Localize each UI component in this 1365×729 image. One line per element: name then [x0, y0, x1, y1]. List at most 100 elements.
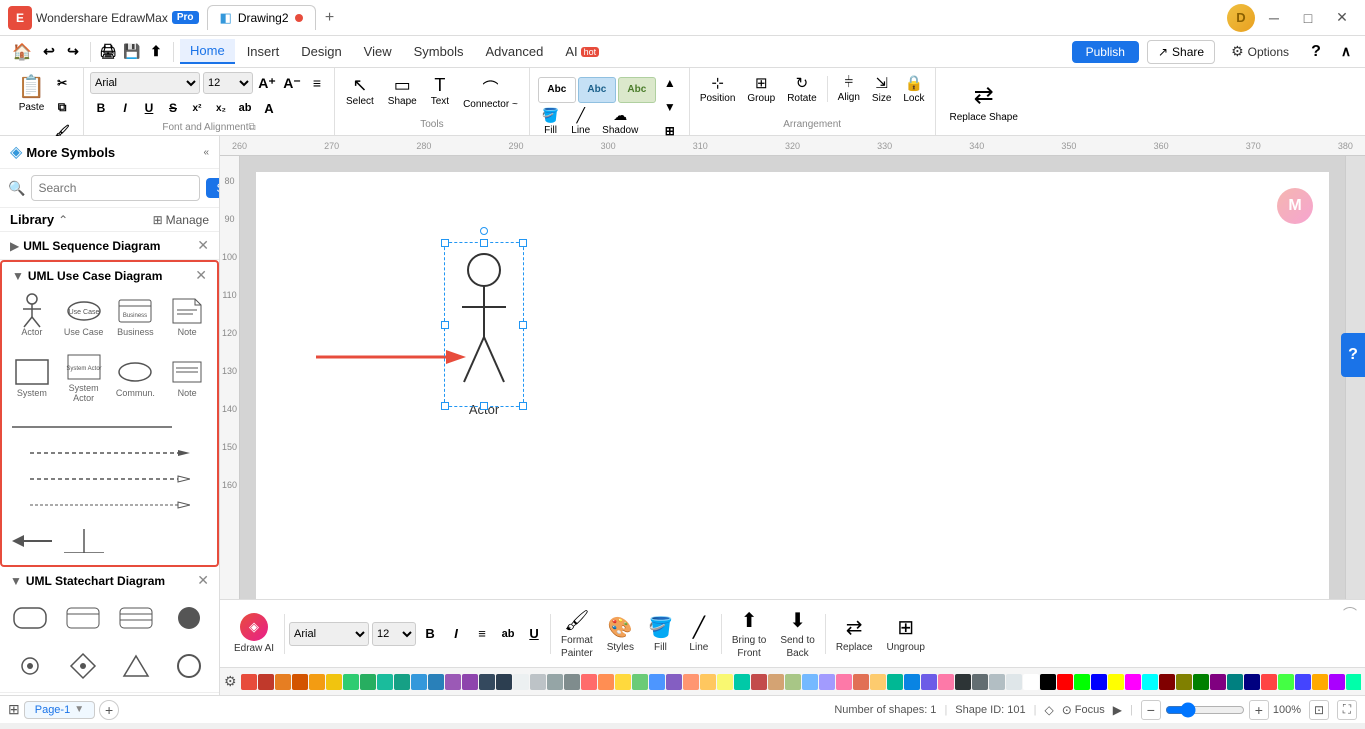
- color-swatch-item[interactable]: [258, 674, 274, 690]
- rotate-btn[interactable]: ↻ Rotate: [783, 72, 820, 106]
- tab-add-button[interactable]: +: [318, 6, 342, 30]
- rotate-handle[interactable]: [480, 227, 488, 235]
- handle-bl[interactable]: [441, 402, 449, 410]
- decrease-font-btn[interactable]: A⁻: [281, 72, 303, 94]
- user-avatar[interactable]: D: [1227, 4, 1255, 32]
- paste-button[interactable]: 📋 Paste: [14, 72, 49, 115]
- uml-sequence-header[interactable]: ▶ UML Sequence Diagram ✕: [0, 232, 219, 259]
- color-swatch-item[interactable]: [309, 674, 325, 690]
- float-size-select[interactable]: 12: [372, 622, 416, 646]
- uml-statechart-header[interactable]: ▼ UML Statechart Diagram ✕: [0, 567, 219, 594]
- sc-circle2[interactable]: [164, 646, 213, 686]
- styles-scroll-up[interactable]: ▲: [659, 72, 681, 94]
- float-underline-btn[interactable]: U: [522, 622, 546, 646]
- float-line-btn[interactable]: ╱ Line: [681, 612, 717, 656]
- search-button[interactable]: Search: [206, 178, 220, 198]
- color-swatch-item[interactable]: [649, 674, 665, 690]
- shadow-btn[interactable]: ☁ Shadow: [598, 105, 642, 138]
- uml-statechart-close[interactable]: ✕: [197, 572, 209, 589]
- state-shape2[interactable]: [59, 598, 108, 638]
- usecase-oval-shape[interactable]: Use Case Use Case: [60, 293, 108, 341]
- home-icon-btn[interactable]: 🏠: [8, 40, 36, 64]
- color-swatch-item[interactable]: [343, 674, 359, 690]
- print-button[interactable]: 🖨: [97, 41, 119, 63]
- style-swatch-1[interactable]: Abc: [538, 77, 576, 103]
- color-swatch-item[interactable]: [428, 674, 444, 690]
- sc-circle1[interactable]: [6, 646, 55, 686]
- sc-diamond[interactable]: [59, 646, 108, 686]
- color-swatch-item[interactable]: [1125, 674, 1141, 690]
- color-swatch-item[interactable]: [887, 674, 903, 690]
- actor-shape[interactable]: Actor: [8, 293, 56, 341]
- zoom-in-btn[interactable]: +: [1249, 700, 1269, 720]
- uml-sequence-close[interactable]: ✕: [197, 237, 209, 254]
- color-swatch-item[interactable]: [904, 674, 920, 690]
- color-swatch-item[interactable]: [751, 674, 767, 690]
- color-swatch-item[interactable]: [445, 674, 461, 690]
- color-swatch-item[interactable]: [1210, 674, 1226, 690]
- send-back-btn[interactable]: ⬇ Send to Back: [774, 605, 820, 662]
- color-swatch-item[interactable]: [1193, 674, 1209, 690]
- styles-scroll-down[interactable]: ▼: [659, 96, 681, 118]
- font-color-btn[interactable]: A: [258, 97, 280, 119]
- text-style-btn[interactable]: ab: [234, 97, 256, 119]
- system-rect-shape[interactable]: System: [8, 349, 56, 407]
- bold-btn[interactable]: B: [90, 97, 112, 119]
- color-swatch-item[interactable]: [530, 674, 546, 690]
- menu-insert[interactable]: Insert: [237, 40, 290, 63]
- edraw-ai-btn[interactable]: ◈ Edraw AI: [228, 610, 280, 657]
- float-styles-btn[interactable]: 🎨 Styles: [601, 612, 640, 656]
- float-bold-btn[interactable]: B: [418, 622, 442, 646]
- menu-symbols[interactable]: Symbols: [404, 40, 474, 63]
- color-swatch-item[interactable]: [802, 674, 818, 690]
- state-circle-shape[interactable]: [164, 598, 213, 638]
- color-swatch-item[interactable]: [581, 674, 597, 690]
- redo-button[interactable]: ↪: [62, 41, 84, 63]
- line4-shape[interactable]: [10, 495, 209, 515]
- line2-shape[interactable]: [10, 443, 209, 463]
- color-swatch-item[interactable]: [1329, 674, 1345, 690]
- color-swatch-item[interactable]: [1023, 674, 1039, 690]
- page-tab[interactable]: Page-1 ▼: [24, 701, 95, 719]
- color-swatch-item[interactable]: [377, 674, 393, 690]
- align-btn[interactable]: ≡: [306, 72, 328, 94]
- menu-advanced[interactable]: Advanced: [475, 40, 553, 63]
- note2-shape[interactable]: Note: [163, 349, 211, 407]
- system-actor-shape[interactable]: System Actor System Actor: [60, 349, 108, 407]
- color-swatch-item[interactable]: [1091, 674, 1107, 690]
- t-shape[interactable]: [62, 525, 106, 557]
- color-swatch-item[interactable]: [598, 674, 614, 690]
- menu-view[interactable]: View: [354, 40, 402, 63]
- color-swatch-item[interactable]: [683, 674, 699, 690]
- format-painter-float-btn[interactable]: 🖌 Format Painter: [555, 605, 599, 662]
- color-swatch-item[interactable]: [615, 674, 631, 690]
- color-swatch-item[interactable]: [717, 674, 733, 690]
- underline-btn[interactable]: U: [138, 97, 160, 119]
- menu-home[interactable]: Home: [180, 39, 235, 64]
- save-button[interactable]: 💾: [121, 41, 143, 63]
- float-case-btn[interactable]: ab: [496, 622, 520, 646]
- zoom-slider[interactable]: [1165, 702, 1245, 718]
- float-italic-btn[interactable]: I: [444, 622, 468, 646]
- color-swatch-item[interactable]: [785, 674, 801, 690]
- play-btn[interactable]: ▶: [1113, 703, 1122, 717]
- color-swatch-item[interactable]: [360, 674, 376, 690]
- color-swatch-item[interactable]: [938, 674, 954, 690]
- fit-page-btn[interactable]: ⊡: [1309, 700, 1329, 720]
- color-swatch-item[interactable]: [853, 674, 869, 690]
- increase-font-btn[interactable]: A⁺: [256, 72, 278, 94]
- color-swatch-item[interactable]: [292, 674, 308, 690]
- color-swatch-item[interactable]: [462, 674, 478, 690]
- manage-button[interactable]: ⊞ Manage: [153, 213, 209, 227]
- color-swatch-item[interactable]: [479, 674, 495, 690]
- handle-tm[interactable]: [480, 239, 488, 247]
- color-swatch-item[interactable]: [836, 674, 852, 690]
- options-button[interactable]: ⚙ Options: [1223, 39, 1297, 64]
- italic-btn[interactable]: I: [114, 97, 136, 119]
- page-icon[interactable]: ⊞: [8, 701, 20, 718]
- style-swatch-3[interactable]: Abc: [618, 77, 656, 103]
- bring-front-btn[interactable]: ⬆ Bring to Front: [726, 605, 772, 662]
- help-panel-btn[interactable]: ?: [1341, 333, 1365, 377]
- collapse-ribbon-button[interactable]: ∧: [1335, 41, 1357, 63]
- float-fill-btn[interactable]: 🪣 Fill: [642, 612, 679, 656]
